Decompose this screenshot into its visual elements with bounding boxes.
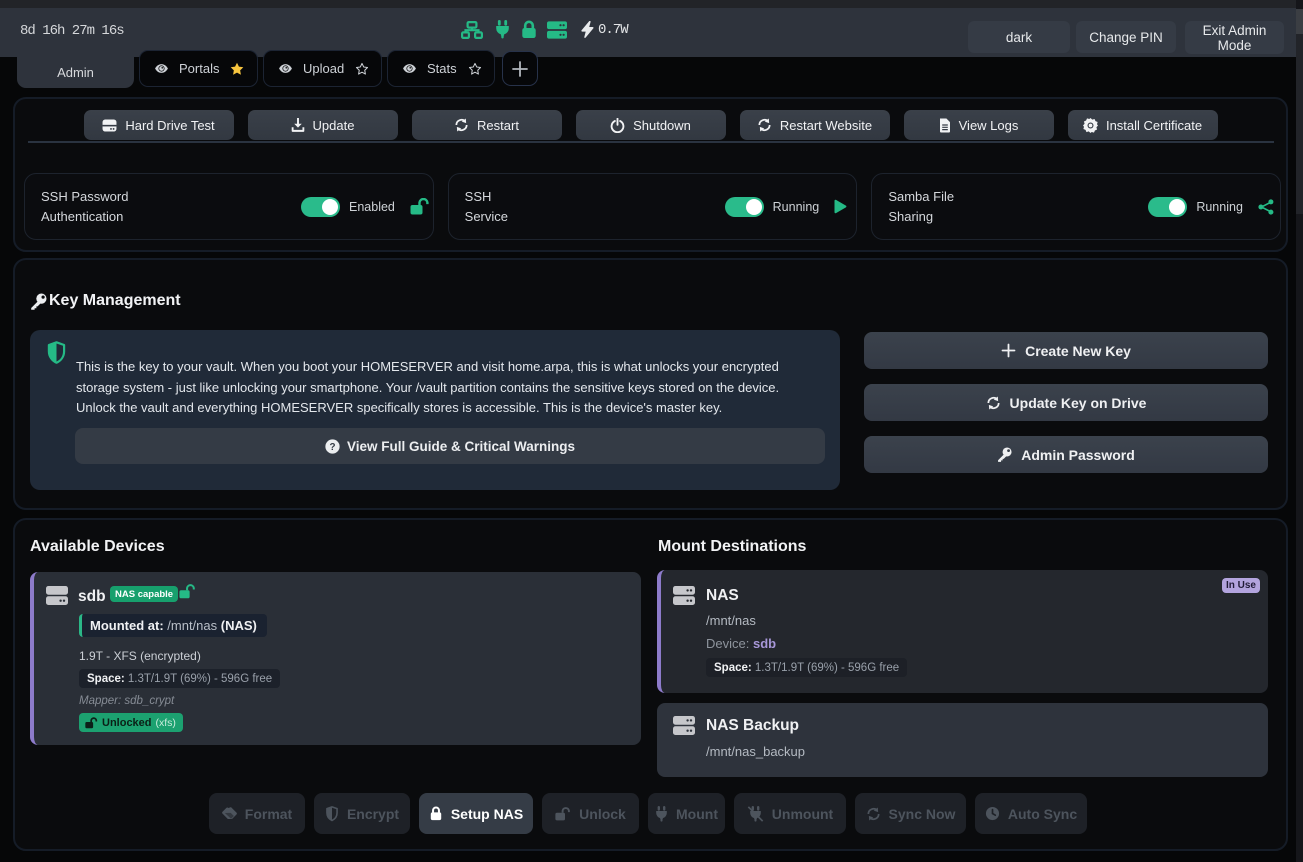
svg-text:?: ? <box>329 441 335 452</box>
